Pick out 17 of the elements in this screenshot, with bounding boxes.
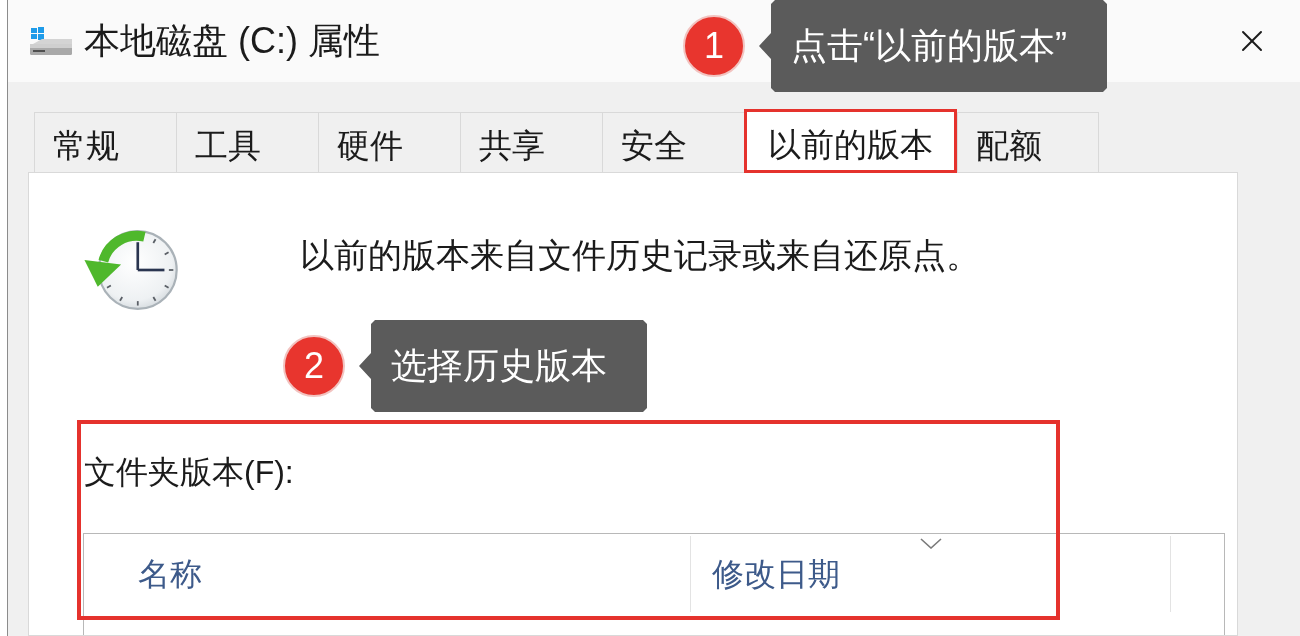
column-header[interactable]: 修改日期 (691, 536, 1171, 612)
tab[interactable]: 共享 (460, 112, 602, 172)
tab[interactable]: 常规 (34, 112, 176, 172)
callout-bubble: 点击“以前的版本” (759, 0, 1107, 92)
drive-icon (30, 27, 72, 55)
clock-arrow-icon (82, 230, 178, 310)
versions-label: 文件夹版本(F): (84, 453, 294, 492)
tab[interactable]: 工具 (176, 112, 318, 172)
step-badge: 2 (283, 335, 345, 397)
tab[interactable]: 以前的版本 (744, 109, 957, 173)
tab[interactable]: 安全 (602, 112, 744, 172)
tab[interactable]: 配额 (957, 112, 1099, 172)
callout-bubble: 选择历史版本 (359, 320, 647, 412)
window-title: 本地磁盘 (C:) 属性 (84, 23, 380, 59)
description-text: 以前的版本来自文件历史记录或来自还原点。 (300, 235, 980, 276)
tab[interactable]: 硬件 (318, 112, 460, 172)
column-header[interactable]: 名称 (84, 536, 691, 612)
